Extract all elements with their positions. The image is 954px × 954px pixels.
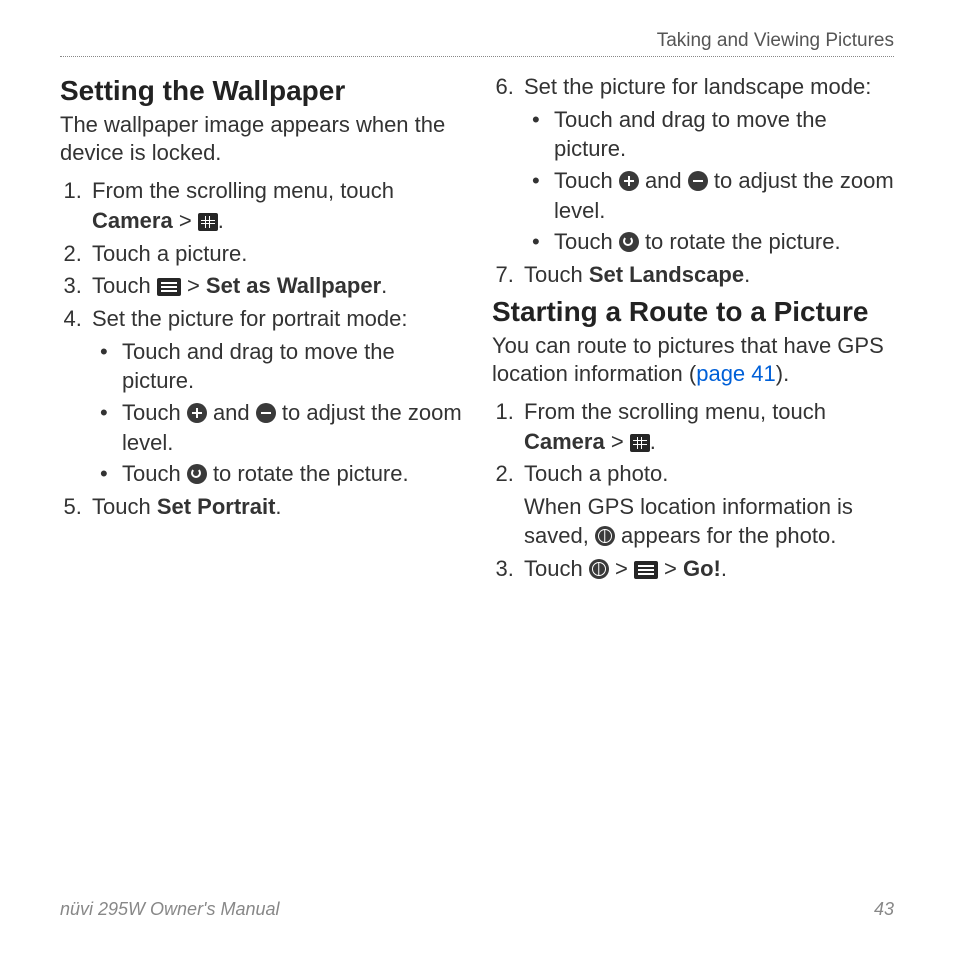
text: Touch [554,168,619,193]
header-rule [60,56,894,57]
plus-icon [187,403,207,423]
gallery-icon [198,213,218,231]
section-heading-route: Starting a Route to a Picture [492,296,894,328]
bold-set-portrait: Set Portrait [157,494,276,519]
step-5: Touch Set Portrait. [88,492,462,522]
step-6: Set the picture for landscape mode: Touc… [520,72,894,257]
step-3: Touch > > Go!. [520,554,894,584]
plus-icon [619,171,639,191]
gallery-icon [630,434,650,452]
bold-set-landscape: Set Landscape [589,262,744,287]
text: Touch [122,400,187,425]
globe-icon [595,526,615,546]
text: Touch [554,229,619,254]
text: ). [776,361,789,386]
page-number: 43 [874,899,894,920]
text: . [721,556,727,581]
text: > [173,208,198,233]
text: You can route to pictures that have GPS … [492,333,884,386]
left-column: Setting the Wallpaper The wallpaper imag… [60,69,462,587]
bold-camera: Camera [524,429,605,454]
section-intro-wallpaper: The wallpaper image appears when the dev… [60,111,462,166]
text: > [609,556,634,581]
substep: Touch and to adjust the zoom level. [550,166,894,225]
menu-icon [157,278,181,296]
manual-title: nüvi 295W Owner's Manual [60,899,280,920]
step-2: Touch a photo. [520,459,894,489]
text: to rotate the picture. [639,229,841,254]
text: . [650,429,656,454]
text: appears for the photo. [615,523,836,548]
substep: Touch to rotate the picture. [118,459,462,489]
section-heading-wallpaper: Setting the Wallpaper [60,75,462,107]
text: to rotate the picture. [207,461,409,486]
step-3: Touch > Set as Wallpaper. [88,271,462,301]
bold-camera: Camera [92,208,173,233]
rotate-icon [187,464,207,484]
globe-icon [589,559,609,579]
rotate-icon [619,232,639,252]
text: Set the picture for portrait mode: [92,306,408,331]
two-column-layout: Setting the Wallpaper The wallpaper imag… [60,69,894,587]
substep: Touch and to adjust the zoom level. [118,398,462,457]
text: . [381,273,387,298]
text: > [658,556,683,581]
text: and [639,168,688,193]
substeps-portrait: Touch and drag to move the picture. Touc… [92,337,462,489]
step-7: Touch Set Landscape. [520,260,894,290]
text: From the scrolling menu, touch [92,178,394,203]
text: Touch [122,461,187,486]
text: Touch [92,273,157,298]
text: Set the picture for landscape mode: [524,74,871,99]
text: . [218,208,224,233]
page-link[interactable]: page 41 [696,361,776,386]
text: and [207,400,256,425]
text: Touch [524,262,589,287]
substeps-landscape: Touch and drag to move the picture. Touc… [524,105,894,257]
text: . [275,494,281,519]
bold-set-wallpaper: Set as Wallpaper [206,273,381,298]
text: . [744,262,750,287]
right-column: Set the picture for landscape mode: Touc… [492,69,894,587]
running-header: Taking and Viewing Pictures [60,30,894,56]
text: From the scrolling menu, touch [524,399,826,424]
step-4: Set the picture for portrait mode: Touch… [88,304,462,489]
page-footer: nüvi 295W Owner's Manual 43 [60,899,894,920]
gps-note: When GPS location information is saved, … [524,493,894,550]
menu-icon [634,561,658,579]
substep: Touch to rotate the picture. [550,227,894,257]
text: > [605,429,630,454]
text: Touch [524,556,589,581]
steps-route-cont: Touch > > Go!. [492,554,894,584]
text: Touch [92,494,157,519]
steps-wallpaper-cont: Set the picture for landscape mode: Touc… [492,72,894,290]
step-1: From the scrolling menu, touch Camera > … [520,397,894,456]
manual-page: Taking and Viewing Pictures Setting the … [0,0,954,954]
section-intro-route: You can route to pictures that have GPS … [492,332,894,387]
substep: Touch and drag to move the picture. [550,105,894,164]
step-1: From the scrolling menu, touch Camera > … [88,176,462,235]
minus-icon [688,171,708,191]
bold-go: Go! [683,556,721,581]
minus-icon [256,403,276,423]
steps-route: From the scrolling menu, touch Camera > … [492,397,894,489]
steps-wallpaper: From the scrolling menu, touch Camera > … [60,176,462,522]
step-2: Touch a picture. [88,239,462,269]
substep: Touch and drag to move the picture. [118,337,462,396]
text: > [181,273,206,298]
